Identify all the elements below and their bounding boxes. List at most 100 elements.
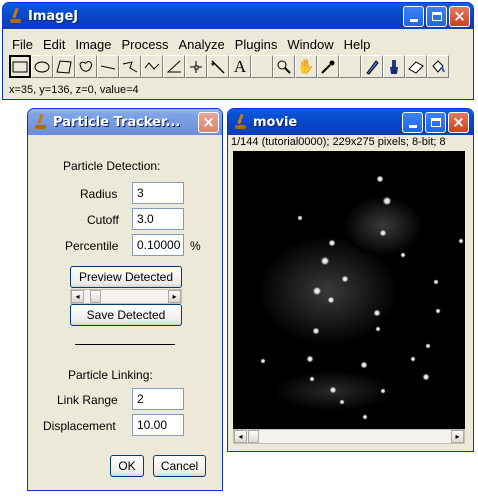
minimize-icon xyxy=(409,19,418,22)
menu-process[interactable]: Process xyxy=(117,37,174,55)
imagej-microscope-icon xyxy=(9,8,23,24)
text-tool-icon: A xyxy=(233,56,247,76)
wand-tool-icon xyxy=(211,59,225,74)
frame-left-arrow-icon[interactable]: ◂ xyxy=(234,430,247,443)
frame-right-arrow-icon[interactable]: ▸ xyxy=(451,430,464,443)
save-detected-button[interactable]: Save Detected xyxy=(70,304,182,326)
dropper-tool[interactable] xyxy=(317,55,339,78)
tracker-microscope-icon xyxy=(34,114,48,130)
percentile-field[interactable]: 0.10000 xyxy=(132,234,184,256)
minimize-icon xyxy=(408,125,417,128)
particle-image xyxy=(258,175,464,420)
polygon-tool-icon xyxy=(56,59,72,74)
wand-tool[interactable] xyxy=(207,55,229,78)
movie-frame-image[interactable] xyxy=(233,151,465,431)
movie-window: movie × 1/144 (tutorial0000); 229x275 pi… xyxy=(227,108,474,452)
particle-detection-heading: Particle Detection: xyxy=(63,159,161,173)
scroll-right-arrow-icon[interactable]: ▸ xyxy=(168,290,181,303)
brush-tool[interactable] xyxy=(383,55,405,78)
percentile-unit: % xyxy=(190,239,201,253)
close-icon: × xyxy=(453,7,466,25)
menu-analyze[interactable]: Analyze xyxy=(173,37,229,55)
radius-label: Radius xyxy=(80,187,118,201)
blank-tool-slot-2 xyxy=(339,55,361,78)
text-tool[interactable]: A xyxy=(229,55,251,78)
straight-line-tool-icon xyxy=(100,65,116,69)
eraser-tool[interactable] xyxy=(405,55,427,78)
tracker-close-button[interactable]: × xyxy=(198,112,219,133)
oval-tool-icon xyxy=(34,61,50,72)
hand-tool[interactable]: ✋ xyxy=(295,55,317,78)
detection-scrollbar[interactable]: ◂ ▸ xyxy=(70,289,182,304)
point-tool[interactable] xyxy=(185,55,207,78)
pencil-tool-icon xyxy=(366,59,379,75)
close-icon: × xyxy=(452,113,465,131)
pencil-tool[interactable] xyxy=(361,55,383,78)
angle-tool-icon xyxy=(166,60,181,72)
oval-tool[interactable] xyxy=(31,55,53,78)
brush-tool-icon xyxy=(390,59,398,74)
imagej-window: ImageJ × File Edit Image Process Analyze… xyxy=(2,2,474,100)
cutoff-label: Cutoff xyxy=(87,213,119,227)
frame-scroll-thumb[interactable] xyxy=(248,430,259,443)
rectangle-tool-icon xyxy=(12,61,28,72)
cutoff-field[interactable]: 3.0 xyxy=(132,208,184,230)
flood-fill-tool[interactable] xyxy=(427,55,449,78)
scroll-thumb[interactable] xyxy=(90,290,101,303)
tracker-title: Particle Tracker... xyxy=(53,114,181,130)
minimize-button[interactable] xyxy=(403,6,424,27)
link-range-label: Link Range xyxy=(57,393,118,407)
menu-bar: File Edit Image Process Analyze Plugins … xyxy=(7,37,469,55)
menu-plugins[interactable]: Plugins xyxy=(230,37,283,55)
imagej-titlebar[interactable]: ImageJ × xyxy=(3,3,473,29)
movie-title: movie xyxy=(253,114,298,130)
particle-tracker-dialog: Particle Tracker... × Particle Detection… xyxy=(27,108,223,491)
movie-titlebar[interactable]: movie × xyxy=(228,109,473,135)
movie-microscope-icon xyxy=(234,114,248,130)
particle-linking-heading: Particle Linking: xyxy=(68,368,153,382)
angle-tool[interactable] xyxy=(163,55,185,78)
menu-file[interactable]: File xyxy=(7,37,38,55)
close-button[interactable]: × xyxy=(449,6,470,27)
displacement-label: Displacement xyxy=(43,419,116,433)
movie-close-button[interactable]: × xyxy=(448,112,469,133)
freehand-tool-icon xyxy=(79,60,92,72)
section-divider xyxy=(75,344,175,345)
maximize-icon xyxy=(430,118,441,127)
menu-image[interactable]: Image xyxy=(70,37,116,55)
preview-detected-button[interactable]: Preview Detected xyxy=(70,266,182,288)
tool-bar: A ✋ xyxy=(9,55,449,80)
percentile-label: Percentile xyxy=(65,239,119,253)
magnifier-tool[interactable] xyxy=(273,55,295,78)
menu-edit[interactable]: Edit xyxy=(38,37,70,55)
scroll-left-arrow-icon[interactable]: ◂ xyxy=(71,290,84,303)
segmented-line-tool[interactable] xyxy=(119,55,141,78)
dropper-tool-icon xyxy=(321,60,335,74)
segmented-line-tool-icon xyxy=(122,60,138,72)
link-range-field[interactable]: 2 xyxy=(132,388,184,410)
displacement-field[interactable]: 10.00 xyxy=(132,414,184,436)
rectangle-tool[interactable] xyxy=(9,55,31,78)
tracker-titlebar[interactable]: Particle Tracker... × xyxy=(28,109,222,135)
menu-window[interactable]: Window xyxy=(282,37,338,55)
magnifier-tool-icon xyxy=(277,60,291,74)
point-tool-icon xyxy=(190,60,202,73)
polygon-tool[interactable] xyxy=(53,55,75,78)
maximize-button[interactable] xyxy=(426,6,447,27)
freehand-tool[interactable] xyxy=(75,55,97,78)
radius-field[interactable]: 3 xyxy=(132,182,184,204)
eraser-tool-icon xyxy=(408,60,424,74)
blank-tool-slot-1 xyxy=(251,55,273,78)
freehand-line-tool[interactable] xyxy=(141,55,163,78)
movie-frame-scrollbar[interactable]: ◂ ▸ xyxy=(233,429,465,444)
movie-info-line: 1/144 (tutorial0000); 229x275 pixels; 8-… xyxy=(231,136,446,148)
movie-minimize-button[interactable] xyxy=(402,112,423,133)
straight-line-tool[interactable] xyxy=(97,55,119,78)
menu-help[interactable]: Help xyxy=(339,37,376,55)
ok-button[interactable]: OK xyxy=(110,455,144,477)
movie-maximize-button[interactable] xyxy=(425,112,446,133)
freehand-line-tool-icon xyxy=(144,61,160,70)
maximize-icon xyxy=(431,12,442,21)
cancel-button[interactable]: Cancel xyxy=(153,455,206,477)
hand-tool-icon: ✋ xyxy=(297,58,315,75)
